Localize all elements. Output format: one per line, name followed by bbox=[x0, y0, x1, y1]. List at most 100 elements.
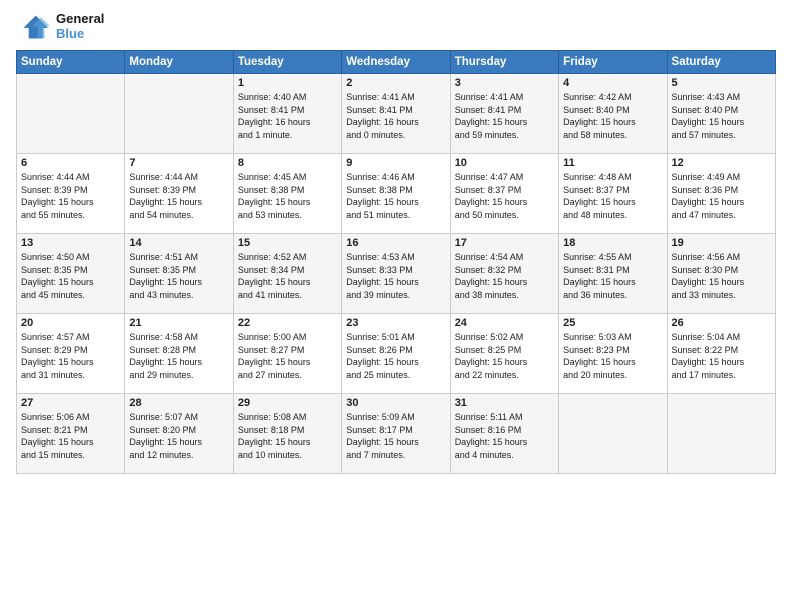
calendar-cell: 19 Sunrise: 4:56 AM Sunset: 8:30 PM Dayli… bbox=[667, 234, 775, 314]
day-number: 26 bbox=[672, 317, 771, 329]
day-info: Sunrise: 5:00 AM Sunset: 8:27 PM Dayligh… bbox=[238, 331, 337, 381]
calendar-cell: 31Sunrise: 5:11 AM Sunset: 8:16 PM Dayli… bbox=[450, 394, 558, 474]
day-number: 13 bbox=[21, 237, 120, 249]
day-info: Sunrise: 4:41 AM Sunset: 8:41 PM Dayligh… bbox=[455, 91, 554, 141]
day-info: Sunrise: 5:11 AM Sunset: 8:16 PM Dayligh… bbox=[455, 411, 554, 461]
calendar-cell: 29 Sunrise: 5:08 AM Sunset: 8:18 PM Dayli… bbox=[233, 394, 341, 474]
calendar-cell bbox=[559, 394, 667, 474]
calendar-cell: 11 Sunrise: 4:48 AM Sunset: 8:37 PM Dayli… bbox=[559, 154, 667, 234]
day-number: 11 bbox=[563, 157, 662, 169]
calendar-cell: 25 Sunrise: 5:03 AM Sunset: 8:23 PM Dayli… bbox=[559, 314, 667, 394]
day-number: 23 bbox=[346, 317, 445, 329]
day-number: 22 bbox=[238, 317, 337, 329]
day-info: Sunrise: 4:52 AM Sunset: 8:34 PM Dayligh… bbox=[238, 251, 337, 301]
calendar-cell: 9 Sunrise: 4:46 AM Sunset: 8:38 PM Daylig… bbox=[342, 154, 450, 234]
calendar-cell: 27 Sunrise: 5:06 AM Sunset: 8:21 PM Dayli… bbox=[17, 394, 125, 474]
weekday-header-saturday: Saturday bbox=[667, 51, 775, 74]
calendar-cell: 15Sunrise: 4:52 AM Sunset: 8:34 PM Dayli… bbox=[233, 234, 341, 314]
weekday-header-row: SundayMondayTuesdayWednesdayThursdayFrid… bbox=[17, 51, 776, 74]
day-info: Sunrise: 4:46 AM Sunset: 8:38 PM Dayligh… bbox=[346, 171, 445, 221]
day-info: Sunrise: 4:44 AM Sunset: 8:39 PM Dayligh… bbox=[129, 171, 228, 221]
day-info: Sunrise: 4:48 AM Sunset: 8:37 PM Dayligh… bbox=[563, 171, 662, 221]
calendar-cell: 5 Sunrise: 4:43 AM Sunset: 8:40 PM Daylig… bbox=[667, 74, 775, 154]
calendar-week-row: 27 Sunrise: 5:06 AM Sunset: 8:21 PM Dayli… bbox=[17, 394, 776, 474]
calendar-cell: 20 Sunrise: 4:57 AM Sunset: 8:29 PM Dayli… bbox=[17, 314, 125, 394]
day-number: 20 bbox=[21, 317, 120, 329]
logo-icon bbox=[16, 12, 52, 42]
day-number: 8 bbox=[238, 157, 337, 169]
day-info: Sunrise: 4:58 AM Sunset: 8:28 PM Dayligh… bbox=[129, 331, 228, 381]
calendar-cell: 4 Sunrise: 4:42 AM Sunset: 8:40 PM Daylig… bbox=[559, 74, 667, 154]
day-info: Sunrise: 4:54 AM Sunset: 8:32 PM Dayligh… bbox=[455, 251, 554, 301]
day-info: Sunrise: 5:02 AM Sunset: 8:25 PM Dayligh… bbox=[455, 331, 554, 381]
weekday-header-sunday: Sunday bbox=[17, 51, 125, 74]
calendar-cell: 1 Sunrise: 4:40 AM Sunset: 8:41 PM Daylig… bbox=[233, 74, 341, 154]
calendar-cell: 30Sunrise: 5:09 AM Sunset: 8:17 PM Dayli… bbox=[342, 394, 450, 474]
day-info: Sunrise: 4:40 AM Sunset: 8:41 PM Dayligh… bbox=[238, 91, 337, 141]
weekday-header-wednesday: Wednesday bbox=[342, 51, 450, 74]
page: General Blue SundayMondayTuesdayWednesda… bbox=[0, 0, 792, 484]
calendar-cell: 14Sunrise: 4:51 AM Sunset: 8:35 PM Dayli… bbox=[125, 234, 233, 314]
day-number: 18 bbox=[563, 237, 662, 249]
calendar-week-row: 20 Sunrise: 4:57 AM Sunset: 8:29 PM Dayli… bbox=[17, 314, 776, 394]
day-number: 28 bbox=[129, 397, 228, 409]
day-info: Sunrise: 5:01 AM Sunset: 8:26 PM Dayligh… bbox=[346, 331, 445, 381]
day-info: Sunrise: 4:50 AM Sunset: 8:35 PM Dayligh… bbox=[21, 251, 120, 301]
logo-text: General Blue bbox=[56, 12, 104, 42]
day-info: Sunrise: 4:55 AM Sunset: 8:31 PM Dayligh… bbox=[563, 251, 662, 301]
day-info: Sunrise: 4:49 AM Sunset: 8:36 PM Dayligh… bbox=[672, 171, 771, 221]
calendar-cell: 16 Sunrise: 4:53 AM Sunset: 8:33 PM Dayli… bbox=[342, 234, 450, 314]
calendar-cell: 3 Sunrise: 4:41 AM Sunset: 8:41 PM Daylig… bbox=[450, 74, 558, 154]
weekday-header-friday: Friday bbox=[559, 51, 667, 74]
calendar-cell: 8Sunrise: 4:45 AM Sunset: 8:38 PM Daylig… bbox=[233, 154, 341, 234]
day-info: Sunrise: 5:07 AM Sunset: 8:20 PM Dayligh… bbox=[129, 411, 228, 461]
calendar-cell: 23 Sunrise: 5:01 AM Sunset: 8:26 PM Dayli… bbox=[342, 314, 450, 394]
calendar-table: SundayMondayTuesdayWednesdayThursdayFrid… bbox=[16, 50, 776, 474]
day-number: 17 bbox=[455, 237, 554, 249]
day-info: Sunrise: 4:53 AM Sunset: 8:33 PM Dayligh… bbox=[346, 251, 445, 301]
day-info: Sunrise: 5:08 AM Sunset: 8:18 PM Dayligh… bbox=[238, 411, 337, 461]
calendar-cell: 26 Sunrise: 5:04 AM Sunset: 8:22 PM Dayli… bbox=[667, 314, 775, 394]
weekday-header-tuesday: Tuesday bbox=[233, 51, 341, 74]
calendar-cell: 24 Sunrise: 5:02 AM Sunset: 8:25 PM Dayli… bbox=[450, 314, 558, 394]
day-info: Sunrise: 4:43 AM Sunset: 8:40 PM Dayligh… bbox=[672, 91, 771, 141]
day-number: 1 bbox=[238, 77, 337, 89]
day-number: 6 bbox=[21, 157, 120, 169]
day-number: 3 bbox=[455, 77, 554, 89]
day-number: 9 bbox=[346, 157, 445, 169]
calendar-cell bbox=[667, 394, 775, 474]
day-number: 19 bbox=[672, 237, 771, 249]
calendar-cell: 10Sunrise: 4:47 AM Sunset: 8:37 PM Dayli… bbox=[450, 154, 558, 234]
day-info: Sunrise: 4:47 AM Sunset: 8:37 PM Dayligh… bbox=[455, 171, 554, 221]
day-info: Sunrise: 5:03 AM Sunset: 8:23 PM Dayligh… bbox=[563, 331, 662, 381]
day-info: Sunrise: 4:57 AM Sunset: 8:29 PM Dayligh… bbox=[21, 331, 120, 381]
day-number: 24 bbox=[455, 317, 554, 329]
calendar-cell: 12 Sunrise: 4:49 AM Sunset: 8:36 PM Dayli… bbox=[667, 154, 775, 234]
day-number: 29 bbox=[238, 397, 337, 409]
calendar-cell: 21 Sunrise: 4:58 AM Sunset: 8:28 PM Dayli… bbox=[125, 314, 233, 394]
day-number: 30 bbox=[346, 397, 445, 409]
day-number: 21 bbox=[129, 317, 228, 329]
day-number: 5 bbox=[672, 77, 771, 89]
calendar-cell: 22 Sunrise: 5:00 AM Sunset: 8:27 PM Dayli… bbox=[233, 314, 341, 394]
calendar-cell bbox=[125, 74, 233, 154]
day-info: Sunrise: 5:04 AM Sunset: 8:22 PM Dayligh… bbox=[672, 331, 771, 381]
day-number: 12 bbox=[672, 157, 771, 169]
day-number: 7 bbox=[129, 157, 228, 169]
day-info: Sunrise: 5:06 AM Sunset: 8:21 PM Dayligh… bbox=[21, 411, 120, 461]
day-number: 4 bbox=[563, 77, 662, 89]
day-number: 25 bbox=[563, 317, 662, 329]
calendar-cell: 7 Sunrise: 4:44 AM Sunset: 8:39 PM Daylig… bbox=[125, 154, 233, 234]
day-number: 16 bbox=[346, 237, 445, 249]
calendar-cell: 2Sunrise: 4:41 AM Sunset: 8:41 PM Daylig… bbox=[342, 74, 450, 154]
weekday-header-thursday: Thursday bbox=[450, 51, 558, 74]
day-info: Sunrise: 4:56 AM Sunset: 8:30 PM Dayligh… bbox=[672, 251, 771, 301]
logo: General Blue bbox=[16, 12, 104, 42]
day-info: Sunrise: 4:44 AM Sunset: 8:39 PM Dayligh… bbox=[21, 171, 120, 221]
calendar-cell: 17 Sunrise: 4:54 AM Sunset: 8:32 PM Dayli… bbox=[450, 234, 558, 314]
calendar-cell: 28 Sunrise: 5:07 AM Sunset: 8:20 PM Dayli… bbox=[125, 394, 233, 474]
calendar-cell: 13 Sunrise: 4:50 AM Sunset: 8:35 PM Dayli… bbox=[17, 234, 125, 314]
header: General Blue bbox=[16, 12, 776, 42]
day-number: 27 bbox=[21, 397, 120, 409]
day-info: Sunrise: 4:42 AM Sunset: 8:40 PM Dayligh… bbox=[563, 91, 662, 141]
